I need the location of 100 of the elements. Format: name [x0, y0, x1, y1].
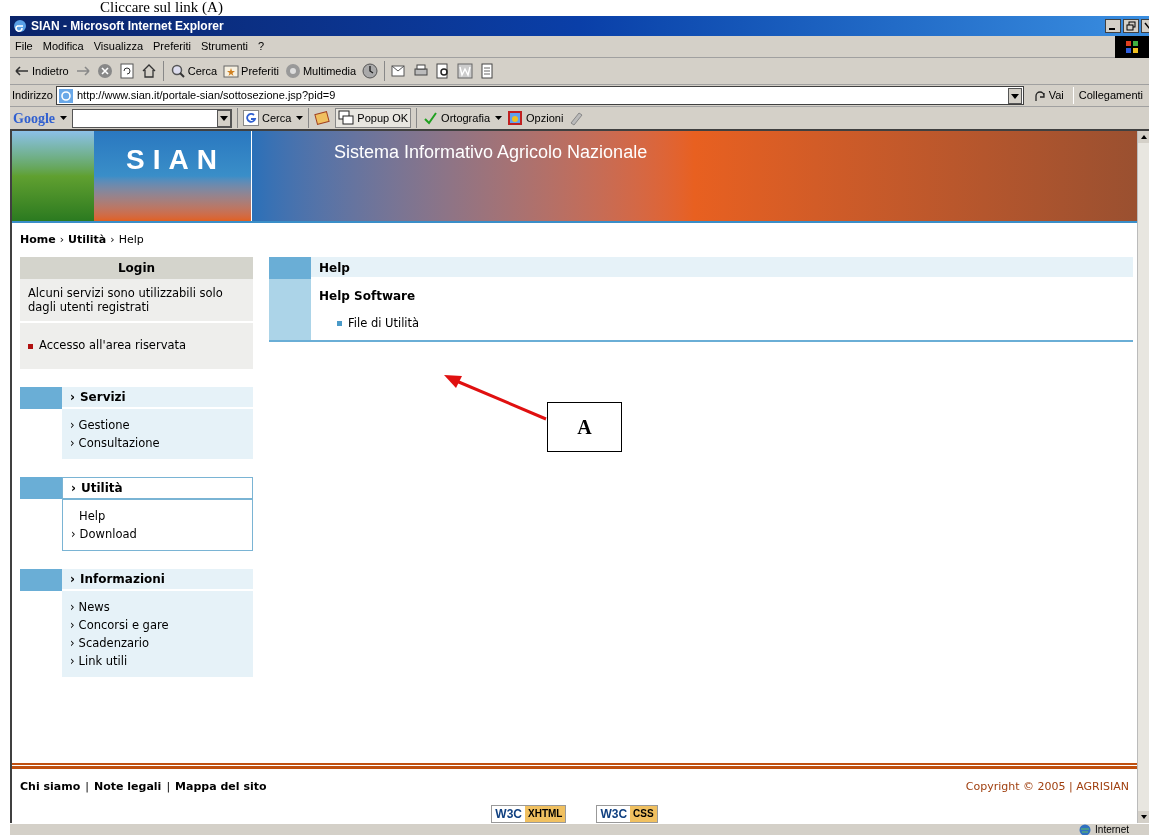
toolbar-button[interactable]: Preferiti — [223, 62, 279, 80]
footer-link[interactable]: Mappa del sito — [175, 778, 267, 796]
login-title: Login — [20, 257, 253, 279]
chevron-marker: › — [71, 526, 76, 542]
toolbar-button[interactable] — [118, 63, 135, 79]
section-header-block — [20, 387, 62, 409]
footer-separator: | — [85, 778, 89, 795]
chevron-marker: › — [71, 480, 76, 497]
breadcrumb-link[interactable]: Utilità — [68, 231, 107, 249]
spelling-button[interactable]: Ortografia — [422, 109, 491, 127]
toolbar-button[interactable]: Cerca — [169, 62, 218, 80]
caret-icon — [60, 114, 67, 122]
minimize-icon[interactable] — [1105, 19, 1121, 33]
caret-icon — [296, 114, 304, 122]
home-icon — [140, 63, 157, 79]
menu-item[interactable]: ? — [253, 38, 270, 55]
restore-icon[interactable] — [1123, 19, 1139, 33]
breadcrumb-current: Help — [118, 231, 144, 248]
dropdown-icon[interactable] — [1007, 87, 1022, 104]
sidebar-link[interactable]: Consultazione — [78, 435, 160, 451]
menu-item[interactable]: Strumenti — [195, 38, 253, 55]
menu-item[interactable]: Modifica — [37, 38, 89, 55]
sidebar-link[interactable]: Scadenzario — [78, 635, 149, 651]
address-field[interactable]: http://www.sian.it/portale-sian/sottosezione.jsp?pid=9 — [55, 86, 1024, 105]
options-icon — [507, 110, 524, 126]
sidebar-link[interactable]: Help — [79, 508, 106, 524]
google-logo[interactable]: Google — [13, 107, 55, 129]
chevron-marker: › — [70, 599, 75, 615]
sidebar-link[interactable]: Concorsi e gare — [78, 617, 169, 633]
sidebar-heading[interactable]: Servizi — [79, 388, 126, 406]
chevron-marker: › — [70, 617, 75, 633]
address-label: Indirizzo — [12, 88, 53, 104]
chevron-marker: › — [70, 571, 75, 588]
options-button[interactable]: Opzioni — [507, 109, 564, 127]
sidebar-link[interactable]: Link utili — [78, 653, 128, 669]
sidebar-heading[interactable]: Informazioni — [79, 570, 165, 588]
spell-check-icon — [422, 110, 439, 126]
caption-text: Cliccare sul link (A) — [99, 0, 224, 16]
address-url: http://www.sian.it/portale-sian/sottosezione.jsp?pid=9 — [76, 88, 337, 104]
google-search-field[interactable] — [72, 108, 232, 128]
menu-item[interactable]: Visualizza — [88, 38, 149, 55]
banner-logo: SIAN — [126, 143, 225, 177]
square-bullet-icon — [337, 321, 342, 327]
content-link[interactable]: File di Utilità — [348, 315, 420, 333]
section-side-strip — [269, 279, 311, 341]
window-title: SIAN - Microsoft Internet Explorer — [31, 18, 224, 35]
page-icon — [57, 87, 74, 104]
links-label[interactable]: Collegamenti — [1072, 87, 1147, 104]
chevron-marker: › — [70, 417, 75, 433]
section-header-block — [20, 477, 62, 499]
chevron-marker: › — [70, 635, 75, 651]
toolbar-button[interactable]: Multimedia — [284, 62, 357, 80]
history-icon — [362, 63, 379, 79]
content-title: Help — [311, 257, 1133, 279]
sidebar-heading[interactable]: Utilità — [80, 479, 123, 497]
footer-link[interactable]: Chi siamo — [20, 778, 81, 796]
toolbar-button[interactable] — [140, 63, 157, 79]
breadcrumb-separator: › — [59, 231, 65, 248]
section-header-block — [269, 257, 311, 279]
toolbar-button[interactable]: Indietro — [14, 62, 69, 80]
go-arrow-icon — [1032, 88, 1047, 103]
sidebar-link[interactable]: Gestione — [78, 417, 130, 433]
caret-icon — [495, 114, 503, 122]
breadcrumb-link[interactable]: Home — [20, 231, 56, 249]
globe-icon — [1079, 823, 1092, 835]
search-icon — [169, 63, 186, 79]
validator-badge[interactable]: W3C XHTML — [491, 805, 567, 823]
refresh-icon — [118, 63, 135, 79]
toolbar-button[interactable] — [413, 63, 430, 79]
stop-icon — [96, 63, 113, 79]
notes-icon — [479, 63, 496, 79]
close-icon[interactable] — [1141, 19, 1149, 33]
g-icon — [243, 110, 259, 126]
annotation-label: A — [547, 402, 622, 452]
windows-flag-icon — [1125, 40, 1139, 54]
menu-item[interactable]: File — [10, 38, 38, 55]
highlighter-icon — [568, 110, 585, 126]
square-bullet-icon — [28, 343, 33, 349]
mail-icon — [391, 63, 408, 79]
sidebar-link[interactable]: Download — [79, 526, 137, 542]
go-button[interactable]: Vai — [1026, 87, 1070, 104]
chevron-marker: › — [70, 389, 75, 406]
login-text: Alcuni servizi sono utilizzabili solo dagli utenti registrati — [20, 279, 253, 323]
banner-title: Sistema Informativo Agricolo Nazionale — [333, 141, 649, 164]
validator-badge[interactable]: W3C CSS — [596, 805, 658, 823]
popup-window-icon — [338, 110, 355, 126]
footer-separator: | — [166, 778, 171, 795]
menu-item[interactable]: Preferiti — [148, 38, 196, 55]
sidebar-link[interactable]: News — [78, 599, 110, 615]
chevron-marker: › — [70, 653, 75, 669]
word-icon — [457, 63, 474, 79]
copyright-text: Copyright © 2005 | AGRISIAN — [965, 778, 1129, 795]
popup-button[interactable]: Popup OK — [335, 108, 412, 128]
favorites-icon — [223, 63, 240, 79]
footer-link[interactable]: Note legali — [94, 778, 162, 796]
print-icon — [413, 63, 430, 79]
google-search-button[interactable]: Cerca — [243, 109, 292, 127]
scrollbar[interactable] — [1137, 131, 1149, 823]
login-link[interactable]: Accesso all'area riservata — [39, 337, 187, 355]
ie-logo-icon — [13, 19, 27, 33]
